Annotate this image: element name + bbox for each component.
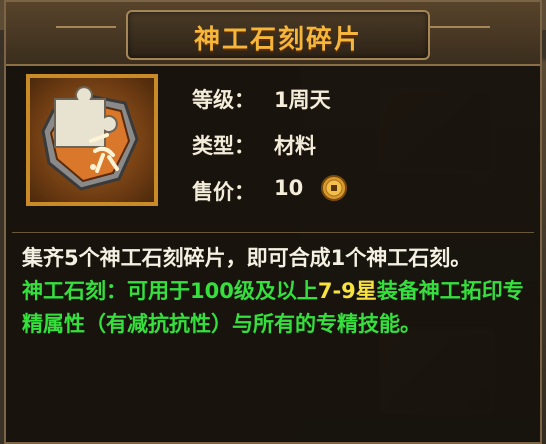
tooltip-divider [12, 232, 534, 233]
item-description: 集齐5个神工石刻碎片，即可合成1个神工石刻。 神工石刻：可用于100级及以上7-… [22, 242, 530, 341]
description-effect-text: 神工石刻：可用于100级及以上7-9星装备神工拓印专精属性（有减抗抗性）与所有的… [22, 275, 530, 341]
rune-stone-fragment-icon [30, 78, 154, 202]
type-value: 材料 [274, 134, 316, 158]
type-row: 类型： 材料 [192, 130, 316, 160]
description-combine-text: 集齐5个神工石刻碎片，即可合成1个神工石刻。 [22, 246, 472, 270]
effect-prefix: 神工石刻：可用于100级及以上 [22, 279, 318, 303]
type-label: 类型： [192, 134, 255, 158]
title-decoration-left [56, 26, 116, 28]
copper-coin-icon [320, 174, 348, 207]
price-value: 10 [274, 176, 304, 200]
level-row: 等级： 1周天 [192, 84, 331, 114]
price-row: 售价： 10 [192, 175, 347, 206]
title-decoration-right [430, 26, 490, 28]
item-name: 神工石刻碎片 [193, 25, 362, 55]
price-label: 售价： [192, 180, 255, 204]
tooltip-title-bar: 神工石刻碎片 [6, 2, 540, 66]
title-plate: 神工石刻碎片 [126, 10, 430, 60]
level-label: 等级： [192, 88, 255, 112]
effect-star-range: 7-9星 [317, 279, 377, 303]
item-tooltip: 神工石刻碎片 等级： 1周天 类型： 材料 售价： 10 集齐5个神工石刻碎片，… [4, 0, 542, 444]
item-icon-frame [26, 74, 158, 206]
level-value: 1周天 [274, 88, 331, 112]
